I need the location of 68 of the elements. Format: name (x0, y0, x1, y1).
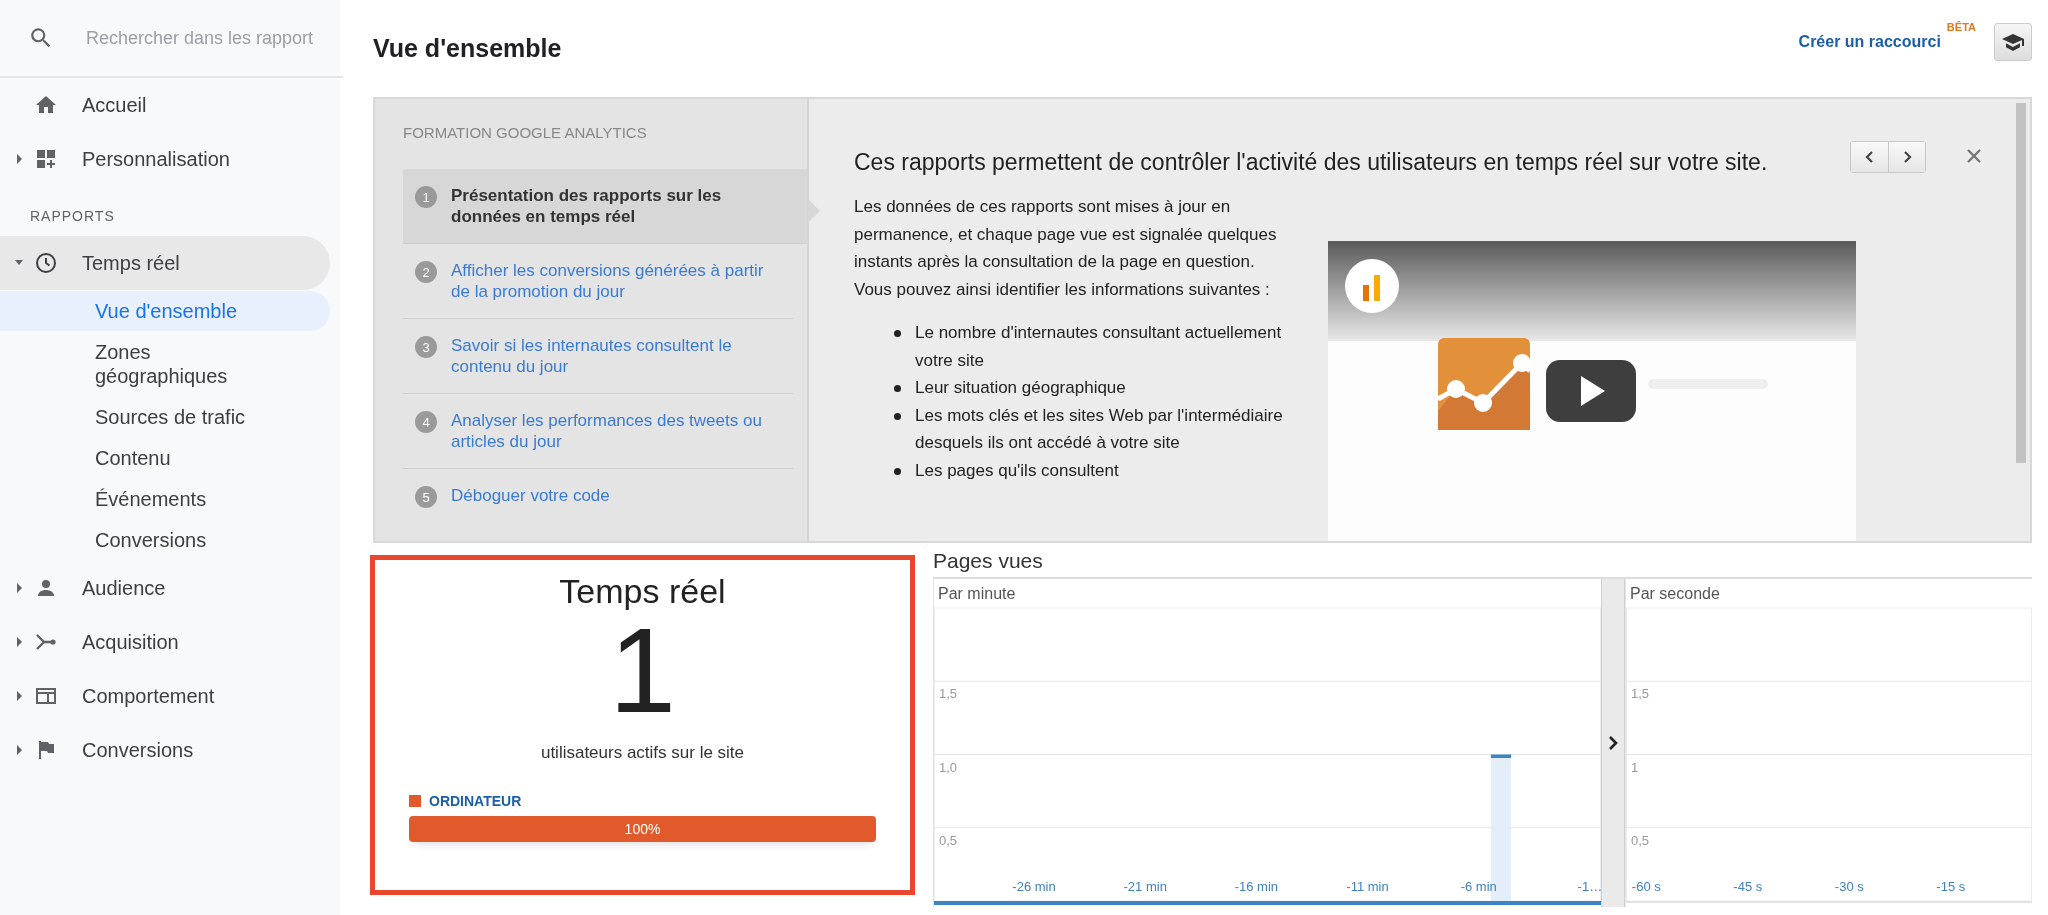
bullet-text: Le nombre d'internautes consultant actuellement votre site (915, 322, 1283, 372)
nav-item[interactable]: Audience (0, 561, 330, 615)
panel-heading: Ces rapports permettent de contrôler l'activité des utilisateurs en temps réel sur votre site. (854, 148, 1769, 177)
card-title: Temps réel (559, 572, 726, 611)
device-share-bar: 100% (409, 816, 876, 842)
nav-item[interactable]: Personnalisation (0, 132, 330, 186)
panel-paragraph: Les données de ces rapports sont mises à jour en permanence, et chaque page vue est signalée quelques instants après la consultation de la page en question. Vous pouvez ainsi identifier les informations suivantes : (854, 196, 1278, 301)
axis-tick-label: 1,5 (1631, 686, 1650, 702)
axis-tick-label: -60 s (1631, 879, 1661, 894)
chevron-right-icon (1902, 151, 1912, 163)
shortcut-link[interactable]: Créer un raccourci (1798, 32, 1941, 51)
axis-tick-label: -11 min (1346, 879, 1389, 894)
training-button[interactable] (1994, 22, 2032, 61)
legend-label: ORDINATEUR (429, 793, 522, 809)
nav-subitem[interactable]: Zones géographiques (0, 332, 255, 396)
axis-tick-label: 0,5 (939, 832, 958, 848)
bullet-icon (894, 330, 901, 337)
nav-subitem[interactable]: Sources de trafic (0, 397, 255, 437)
user-count: 1 (609, 611, 676, 729)
step-number: 2 (415, 261, 437, 283)
bullet-icon (894, 467, 901, 475)
nav-subitem[interactable]: Vue d'ensemble (0, 291, 330, 331)
axis-tick-label: -21 min (1123, 879, 1167, 894)
axis-tick-label: -1… (1577, 879, 1601, 894)
chart-subtitle: Par seconde (1629, 584, 1721, 604)
axis-tick-label: -6 min (1460, 879, 1497, 894)
close-icon[interactable] (1966, 148, 1982, 164)
axis-tick-label: 1 (1631, 759, 1639, 775)
nav-item[interactable]: Accueil (0, 78, 330, 132)
previous-button[interactable] (1851, 142, 1888, 172)
axis-tick-label: 0,5 (1631, 832, 1650, 848)
axis-tick-label: -15 s (1936, 879, 1966, 894)
axis-tick-label: -45 s (1733, 879, 1763, 894)
chart-title: Pages vues (933, 549, 1044, 574)
chevron-left-icon (1864, 151, 1875, 163)
clock-icon (34, 251, 58, 275)
nav-item[interactable]: Conversions (0, 723, 330, 777)
nav-item[interactable]: Temps réel (0, 236, 330, 290)
search-field[interactable]: Rechercher dans les rapport (84, 26, 328, 50)
step-number: 5 (415, 486, 437, 508)
bullet-text: Leur situation géographique (915, 377, 1126, 399)
bullet-text: Les mots clés et les sites Web par l'intermédiaire desquels ils ont accédé à votre site (915, 404, 1284, 454)
next-button[interactable] (1888, 142, 1925, 172)
axis-tick-label: -30 s (1834, 879, 1864, 894)
nav-item[interactable]: Comportement (0, 669, 330, 723)
axis-tick-label: -16 min (1234, 879, 1279, 894)
nav-subitem[interactable]: Conversions (0, 520, 255, 560)
section-label: RAPPORTS (29, 207, 116, 226)
nav-item[interactable]: Acquisition (0, 615, 330, 669)
axis-tick-label: 1,0 (939, 759, 958, 775)
step-number: 4 (415, 411, 437, 433)
step-number: 3 (415, 336, 437, 358)
step-number: 1 (415, 186, 437, 208)
chevron-icon[interactable] (1608, 736, 1618, 750)
chart-subtitle: Par minute (937, 584, 1017, 604)
nav-subitem[interactable]: Contenu (0, 438, 255, 478)
nav-subitem[interactable]: Événements (0, 479, 255, 519)
bullet-icon (894, 412, 901, 420)
grid-icon (34, 147, 58, 171)
bullet-icon (894, 385, 901, 392)
beta-label: BÊTA (1946, 20, 1976, 33)
bullet-text: Les pages qu'ils consultent (915, 459, 1119, 482)
scrollbar[interactable] (2016, 103, 2026, 463)
page-title: Vue d'ensemble (372, 34, 562, 63)
axis-tick-label: -26 min (1012, 879, 1056, 894)
card-caption: utilisateurs actifs sur le site (540, 743, 745, 763)
panel-label: FORMATION GOOGLE ANALYTICS (402, 123, 648, 143)
axis-tick-label: 1,5 (939, 686, 958, 702)
